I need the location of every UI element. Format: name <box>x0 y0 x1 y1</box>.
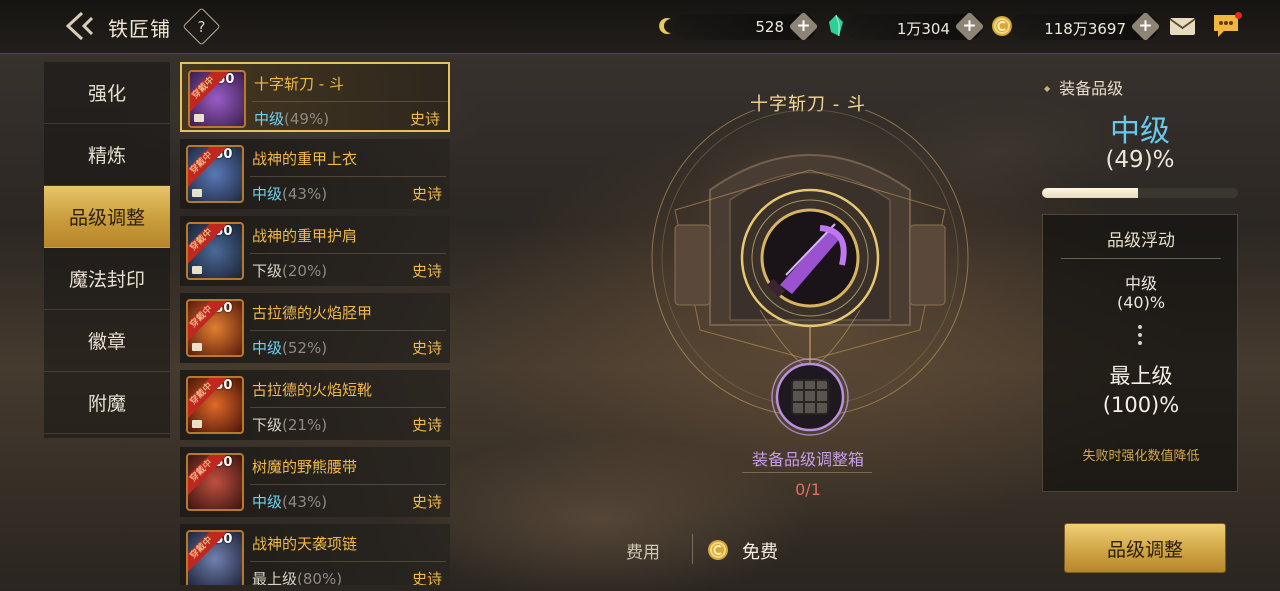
lock-icon <box>194 114 204 122</box>
crystal-currency-value: 1万304 <box>896 20 950 38</box>
mail-icon[interactable] <box>1169 17 1196 36</box>
item-name: 树魔的野熊腰带 <box>252 458 358 476</box>
material-name: 装备品级调整箱 <box>751 450 864 469</box>
crystal-currency: 1万304 + <box>846 11 985 42</box>
equipped-ribbon: 穿戴中 <box>188 532 227 573</box>
grade-box-icon <box>791 379 829 415</box>
item-name: 古拉德的火焰胫甲 <box>252 304 373 322</box>
page-title: 铁匠铺 <box>108 17 171 41</box>
lock-icon <box>192 189 202 197</box>
blacksmith-menu: 强化 精炼 品级调整 魔法封印 徽章 附魔 <box>44 62 170 438</box>
crystal-currency-icon <box>829 14 843 36</box>
grade-progress-bar <box>1042 188 1238 198</box>
grade-panel-title: 装备品级 <box>1044 75 1123 99</box>
gold-coin-icon <box>708 540 728 560</box>
item-name: 战神的重甲上衣 <box>252 150 358 168</box>
material-count: 0/1 <box>795 480 821 499</box>
moon-currency: 528 + <box>674 11 819 42</box>
notification-dot <box>1235 12 1242 19</box>
item-rarity: 史诗 <box>411 493 442 511</box>
item-grade: 下级(21%) <box>252 416 328 434</box>
equipment-item[interactable]: x50 穿戴中 战神的重甲上衣 中级(43%) 史诗 <box>180 139 450 209</box>
shoulder-thumbnail: x50 穿戴中 <box>186 222 244 280</box>
armor-thumbnail: x50 穿戴中 <box>186 145 244 203</box>
equipment-item[interactable]: x50 穿戴中 战神的重甲护肩 下级(20%) 史诗 <box>180 216 450 286</box>
material-divider <box>742 472 872 473</box>
boots-thumbnail: x50 穿戴中 <box>186 376 244 434</box>
item-rarity: 史诗 <box>411 416 442 434</box>
nav-enchant[interactable]: 附魔 <box>44 372 170 434</box>
cost-divider <box>692 534 693 564</box>
equipped-ribbon: 穿戴中 <box>190 72 229 113</box>
range-dots <box>1138 325 1142 349</box>
item-name: 十字斩刀 - 斗 <box>254 75 344 93</box>
item-grade: 中级(52%) <box>252 339 328 357</box>
equipment-list[interactable]: x50 穿戴中 十字斩刀 - 斗 中级(49%) 史诗 x50 穿戴中 战神的重… <box>180 62 450 585</box>
weapon-thumbnail: x50 穿戴中 <box>188 70 246 128</box>
belt-thumbnail: x50 穿戴中 <box>186 453 244 511</box>
nav-magic-seal[interactable]: 魔法封印 <box>44 248 170 310</box>
equipped-ribbon: 穿戴中 <box>188 147 227 188</box>
grade-range-title: 品级浮动 <box>1107 231 1175 251</box>
question-icon: ? <box>197 17 206 36</box>
item-grade: 中级(43%) <box>252 185 328 203</box>
back-arrow-icon <box>65 11 94 41</box>
greaves-thumbnail: x50 穿戴中 <box>186 299 244 357</box>
equipment-item[interactable]: x50 穿戴中 十字斩刀 - 斗 中级(49%) 史诗 <box>180 62 450 132</box>
lock-icon <box>192 266 202 274</box>
add-crystal-currency-button[interactable]: + <box>954 11 985 42</box>
lock-icon <box>192 343 202 351</box>
item-rarity: 史诗 <box>411 339 442 357</box>
current-grade-percent: (49)% <box>1105 147 1175 173</box>
grade-range-panel: 品级浮动 中级 (40)% 最上级 (100)% 失败时强化数值降低 <box>1042 214 1238 492</box>
item-rarity: 史诗 <box>409 110 440 128</box>
gold-currency-value: 118万3697 <box>1044 20 1126 38</box>
equipped-ribbon: 穿戴中 <box>188 224 227 265</box>
nav-grade-adjust[interactable]: 品级调整 <box>44 186 170 248</box>
nav-enhance[interactable]: 强化 <box>44 62 170 124</box>
grade-progress-fill <box>1042 188 1139 198</box>
item-rarity: 史诗 <box>411 262 442 280</box>
nav-emblem[interactable]: 徽章 <box>44 310 170 372</box>
item-name: 古拉德的火焰短靴 <box>252 381 373 399</box>
equipped-ribbon: 穿戴中 <box>188 455 227 496</box>
item-grade: 下级(20%) <box>252 262 328 280</box>
add-gold-button[interactable]: + <box>1130 11 1161 42</box>
equipment-item[interactable]: x50 穿戴中 战神的天袭项链 最上级(80%) 史诗 <box>180 524 450 585</box>
current-grade: 中级 <box>1110 114 1170 149</box>
grade-adjust-button[interactable]: 品级调整 <box>1065 524 1225 572</box>
nav-refine[interactable]: 精炼 <box>44 124 170 186</box>
item-grade: 中级(43%) <box>252 493 328 511</box>
equipped-ribbon: 穿戴中 <box>188 378 227 419</box>
gold-currency: 118万3697 + <box>1010 11 1161 42</box>
min-grade-percent: (40)% <box>1116 293 1166 312</box>
grade-range-divider <box>1061 258 1221 259</box>
cost-label: 费用 <box>626 543 660 563</box>
help-button[interactable]: ? <box>182 7 221 46</box>
necklace-thumbnail: x50 穿戴中 <box>186 530 244 585</box>
add-moon-currency-button[interactable]: + <box>788 11 819 42</box>
item-grade: 最上级(80%) <box>252 570 343 585</box>
equipped-ribbon: 穿戴中 <box>188 301 227 342</box>
item-name: 战神的天袭项链 <box>252 535 358 553</box>
item-rarity: 史诗 <box>411 185 442 203</box>
item-name: 战神的重甲护肩 <box>252 227 358 245</box>
item-grade: 中级(49%) <box>254 110 330 128</box>
top-bar: 铁匠铺 ? 528 + 1万304 + 118万3697 + <box>0 0 1280 54</box>
failure-warning: 失败时强化数值降低 <box>1082 449 1200 464</box>
moon-currency-value: 528 <box>755 18 784 36</box>
equipment-item[interactable]: x50 穿戴中 古拉德的火焰胫甲 中级(52%) 史诗 <box>180 293 450 363</box>
max-grade-percent: (100)% <box>1102 393 1180 417</box>
max-grade: 最上级 <box>1109 364 1173 388</box>
lock-icon <box>192 420 202 428</box>
equipment-item[interactable]: x50 穿戴中 树魔的野熊腰带 中级(43%) 史诗 <box>180 447 450 517</box>
back-button[interactable] <box>64 10 98 42</box>
min-grade: 中级 <box>1124 274 1157 293</box>
cost-value: 免费 <box>742 542 778 563</box>
item-rarity: 史诗 <box>411 570 442 585</box>
equipment-item[interactable]: x50 穿戴中 古拉德的火焰短靴 下级(21%) 史诗 <box>180 370 450 440</box>
